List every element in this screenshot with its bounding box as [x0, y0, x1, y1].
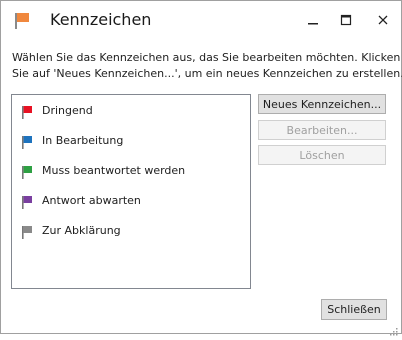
blue-flag-icon	[22, 134, 33, 149]
list-item-zur-abklaerung[interactable]: Zur Abklärung	[22, 221, 121, 239]
new-flag-button[interactable]: Neues Kennzeichen...	[258, 94, 386, 114]
maximize-button[interactable]	[333, 9, 359, 31]
kennzeichen-dialog: Kennzeichen Wählen Sie das Kennzeichen a…	[0, 0, 402, 336]
instruction-line-1: Wählen Sie das Kennzeichen aus, das Sie …	[12, 51, 401, 64]
list-item-muss-beantwortet-werden[interactable]: Muss beantwortet werden	[22, 161, 185, 179]
close-icon	[377, 11, 389, 30]
delete-flag-button[interactable]: Löschen	[258, 145, 386, 165]
list-item-label: Dringend	[42, 103, 93, 117]
list-item-label: Antwort abwarten	[42, 193, 141, 207]
maximize-icon	[340, 11, 352, 30]
purple-flag-icon	[22, 194, 33, 209]
list-item-label: Zur Abklärung	[42, 223, 121, 237]
instruction-text: Wählen Sie das Kennzeichen aus, das Sie …	[12, 50, 402, 82]
gray-flag-icon	[22, 224, 33, 239]
title-bar[interactable]: Kennzeichen	[1, 1, 401, 39]
resize-grip-icon[interactable]	[389, 321, 398, 336]
minimize-button[interactable]	[300, 9, 326, 31]
window-title: Kennzeichen	[50, 10, 152, 29]
instruction-line-2: Sie auf 'Neues Kennzeichen...', um ein n…	[12, 67, 402, 80]
list-item-antwort-abwarten[interactable]: Antwort abwarten	[22, 191, 141, 209]
list-item-label: Muss beantwortet werden	[42, 163, 186, 177]
list-item-dringend[interactable]: Dringend	[22, 101, 93, 119]
red-flag-icon	[22, 104, 33, 119]
orange-flag-icon	[14, 12, 30, 30]
minimize-icon	[307, 11, 319, 30]
close-dialog-button[interactable]: Schließen	[321, 299, 387, 320]
list-item-label: In Bearbeitung	[42, 133, 124, 147]
green-flag-icon	[22, 164, 33, 179]
list-item-in-bearbeitung[interactable]: In Bearbeitung	[22, 131, 123, 149]
flag-list[interactable]: Dringend In Bearbeitung Muss beantwortet…	[11, 94, 251, 289]
edit-flag-button[interactable]: Bearbeiten...	[258, 120, 386, 140]
close-window-button[interactable]	[370, 9, 396, 31]
